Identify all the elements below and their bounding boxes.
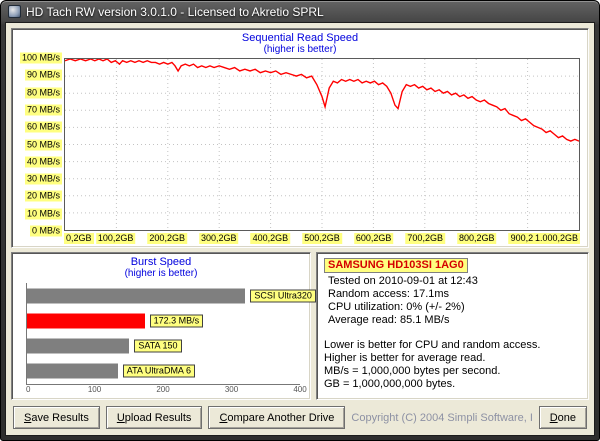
x-tick-label: 800,2GB: [457, 233, 497, 244]
x-tick-label: 700,2GB: [405, 233, 445, 244]
info-note-line: Lower is better for CPU and random acces…: [324, 339, 581, 352]
burst-x-tick-label: 0: [26, 385, 30, 394]
sequential-chart-title: Sequential Read Speed: [12, 29, 588, 44]
sequential-chart-body: 100 MB/s 90 MB/s 80 MB/s 70 MB/s 60 MB/s 50 M…: [12, 56, 588, 247]
app-icon: [8, 5, 21, 18]
burst-bar-label: SCSI Ultra320: [250, 289, 316, 302]
button-bar: Save Results Upload Results Compare Anot…: [11, 404, 589, 430]
burst-bar-row: SATA 150: [27, 334, 300, 358]
y-tick-label: 90 MB/s: [25, 70, 62, 81]
upload-results-button[interactable]: Upload Results: [106, 406, 203, 429]
burst-x-tick-label: 300: [225, 385, 238, 394]
drive-name: SAMSUNG HD103SI 1AG0: [324, 258, 468, 273]
burst-speed-chart: Burst Speed (higher is better) SCSI Ultr…: [11, 252, 311, 400]
drive-info-panel: SAMSUNG HD103SI 1AG0 Tested on 2010-09-0…: [316, 252, 589, 400]
x-tick-label: 500,2GB: [302, 233, 342, 244]
burst-x-axis-labels: 0100200300400: [26, 385, 300, 397]
y-tick-label: 70 MB/s: [25, 104, 62, 115]
compare-another-drive-button[interactable]: Compare Another Drive: [208, 406, 345, 429]
x-tick-label: 200,2GB: [147, 233, 187, 244]
sequential-plot-area: [64, 58, 580, 231]
burst-bar: [27, 364, 118, 379]
burst-bar-label: SATA 150: [134, 340, 181, 353]
drive-name-row: SAMSUNG HD103SI 1AG0: [324, 258, 581, 273]
sequential-read-line-chart: [65, 59, 579, 230]
sequential-y-axis-labels: 100 MB/s90 MB/s80 MB/s70 MB/s60 MB/s50 M…: [14, 58, 64, 231]
y-tick-label: 10 MB/s: [25, 208, 62, 219]
titlebar[interactable]: HD Tach RW version 3.0.1.0 - Licensed to…: [5, 1, 595, 22]
burst-bar-row: 172.3 MB/s: [27, 309, 300, 333]
y-tick-label: 80 MB/s: [25, 87, 62, 98]
copyright-text: Copyright (C) 2004 Simpli Software, Inc.…: [351, 412, 532, 424]
drive-stat-line: Random access: 17.1ms: [328, 288, 581, 301]
sequential-read-chart: Sequential Read Speed (higher is better)…: [11, 28, 589, 248]
y-tick-label: 0 MB/s: [30, 226, 62, 237]
burst-x-tick-label: 200: [156, 385, 169, 394]
y-tick-label: 40 MB/s: [25, 156, 62, 167]
drive-stat-line: CPU utilization: 0% (+/- 2%): [328, 301, 581, 314]
drive-stat-line: Average read: 85.1 MB/s: [328, 314, 581, 327]
x-tick-label: 1.000,2GB: [533, 233, 580, 244]
burst-bar: [27, 313, 145, 328]
drive-stats: Tested on 2010-09-01 at 12:43Random acce…: [324, 275, 581, 327]
client-area: Sequential Read Speed (higher is better)…: [5, 22, 595, 436]
burst-bar: [27, 288, 245, 303]
info-note-line: Higher is better for average read.: [324, 352, 581, 365]
burst-x-tick-label: 100: [88, 385, 101, 394]
info-note-line: GB = 1,000,000,000 bytes.: [324, 378, 581, 391]
burst-bar-label: 172.3 MB/s: [150, 314, 204, 327]
burst-chart-subtitle: (higher is better): [12, 268, 310, 280]
burst-bar-label: ATA UltraDMA 6: [123, 365, 195, 378]
x-tick-label: 0,2GB: [64, 233, 94, 244]
drive-stat-line: Tested on 2010-09-01 at 12:43: [328, 275, 581, 288]
y-tick-label: 30 MB/s: [25, 174, 62, 185]
x-tick-label: 600,2GB: [354, 233, 394, 244]
save-results-button[interactable]: Save Results: [13, 406, 100, 429]
burst-plot-area: SCSI Ultra320 172.3 MB/s SATA 150 ATA Ultra…: [26, 283, 300, 385]
done-button[interactable]: Done: [539, 406, 587, 429]
y-tick-label: 60 MB/s: [25, 122, 62, 133]
y-tick-label: 50 MB/s: [25, 139, 62, 150]
y-tick-label: 20 MB/s: [25, 191, 62, 202]
burst-x-tick-label: 400: [293, 385, 306, 394]
x-tick-label: 300,2GB: [199, 233, 239, 244]
burst-bar-row: ATA UltraDMA 6: [27, 359, 300, 383]
x-tick-label: 400,2GB: [251, 233, 291, 244]
burst-bar: [27, 339, 129, 354]
y-tick-label: 100 MB/s: [20, 53, 62, 64]
hd-tach-window: HD Tach RW version 3.0.1.0 - Licensed to…: [0, 0, 600, 441]
burst-chart-title: Burst Speed: [12, 253, 310, 268]
info-note-line: MB/s = 1,000,000 bytes per second.: [324, 365, 581, 378]
info-notes: Lower is better for CPU and random acces…: [324, 339, 581, 391]
sequential-chart-subtitle: (higher is better): [12, 44, 588, 56]
burst-bar-row: SCSI Ultra320: [27, 284, 300, 308]
sequential-x-axis-labels: 0,2GB100,2GB 200,2GB 300,2GB 400,2GB 500,2GB…: [64, 231, 580, 245]
x-tick-label: 100,2GB: [96, 233, 136, 244]
window-title: HD Tach RW version 3.0.1.0 - Licensed to…: [26, 5, 324, 19]
bottom-row: Burst Speed (higher is better) SCSI Ultr…: [11, 252, 589, 400]
